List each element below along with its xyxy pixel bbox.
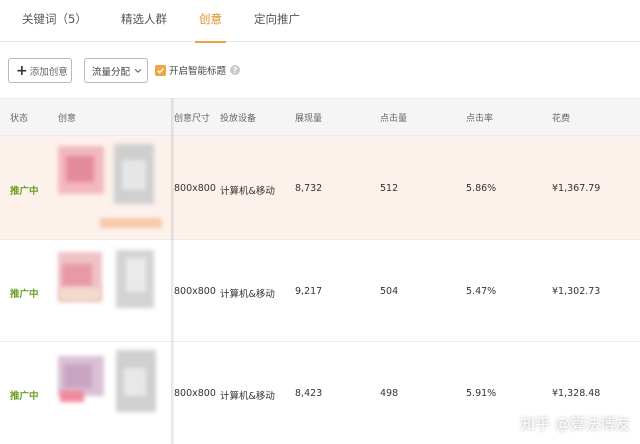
device: 计算机&移动 bbox=[220, 186, 275, 197]
tab-creative-label: 创意 bbox=[199, 12, 222, 26]
status-label: 推广中 bbox=[10, 391, 39, 402]
header-creative: 创意 bbox=[58, 114, 77, 124]
header-size: 创意尺寸 bbox=[174, 114, 211, 124]
tab-selected-audience[interactable]: 精选人群 bbox=[121, 0, 167, 42]
traffic-allocation-dropdown[interactable]: 流量分配 bbox=[84, 58, 148, 83]
creative-size: 800x800 bbox=[174, 183, 216, 194]
plus-icon: + bbox=[16, 62, 28, 79]
clicks: 504 bbox=[380, 286, 399, 297]
device: 计算机&移动 bbox=[220, 391, 275, 402]
header-clicks: 点击量 bbox=[380, 114, 408, 124]
creative-thumbnail[interactable] bbox=[56, 140, 172, 236]
creative-thumbnail[interactable] bbox=[56, 244, 172, 338]
tab-bar: 关键词（5） 精选人群 创意 定向推广 bbox=[0, 0, 640, 43]
ctr: 5.91% bbox=[466, 388, 497, 399]
impressions: 9,217 bbox=[295, 286, 323, 297]
traffic-allocation-label: 流量分配 bbox=[92, 66, 131, 78]
clicks: 498 bbox=[380, 388, 399, 399]
chevron-down-icon bbox=[134, 68, 142, 73]
status-label: 推广中 bbox=[10, 289, 39, 300]
smart-title-label: 开启智能标题 bbox=[169, 66, 227, 77]
tab-creative[interactable]: 创意 bbox=[195, 0, 226, 43]
smart-title-checkbox[interactable] bbox=[155, 64, 166, 76]
impressions: 8,423 bbox=[295, 388, 323, 399]
tab-keywords[interactable]: 关键词（5） bbox=[22, 0, 87, 42]
cost: ¥1,302.73 bbox=[552, 286, 601, 297]
smart-title-toggle[interactable]: 开启智能标题 ? bbox=[155, 63, 241, 77]
clicks: 512 bbox=[380, 183, 399, 194]
creative-size: 800x800 bbox=[174, 286, 216, 297]
frozen-column-shadow bbox=[171, 98, 175, 444]
header-device: 投放设备 bbox=[220, 114, 257, 124]
creative-size: 800x800 bbox=[174, 388, 216, 399]
checkmark-icon bbox=[157, 67, 164, 74]
active-tab-indicator bbox=[195, 41, 226, 43]
header-cost: 花费 bbox=[552, 114, 571, 124]
cost: ¥1,328.48 bbox=[552, 388, 601, 399]
impressions: 8,732 bbox=[295, 183, 323, 194]
add-creative-label: 添加创意 bbox=[29, 66, 68, 78]
header-impressions: 展现量 bbox=[295, 114, 323, 124]
header-status: 状态 bbox=[10, 114, 29, 124]
cost: ¥1,367.79 bbox=[552, 183, 601, 194]
status-label: 推广中 bbox=[10, 186, 39, 197]
tab-targeted-promotion[interactable]: 定向推广 bbox=[254, 0, 300, 42]
table-row[interactable]: 推广中 800x800 计算机&移动 9,217 504 5.47% ¥1,30… bbox=[0, 240, 640, 342]
device: 计算机&移动 bbox=[220, 289, 275, 300]
table-header: 状态 创意 创意尺寸 投放设备 展现量 点击量 点击率 花费 bbox=[0, 98, 640, 136]
watermark: 知乎 @算法博友 bbox=[520, 415, 630, 433]
add-creative-button[interactable]: + 添加创意 bbox=[8, 58, 72, 83]
help-icon[interactable]: ? bbox=[230, 65, 241, 75]
ctr: 5.47% bbox=[466, 286, 497, 297]
header-ctr: 点击率 bbox=[466, 114, 494, 124]
ctr: 5.86% bbox=[466, 183, 497, 194]
table-row[interactable]: 推广中 800x800 计算机&移动 8,732 512 5.86% ¥1,36… bbox=[0, 136, 640, 240]
creative-thumbnail[interactable] bbox=[56, 346, 172, 440]
